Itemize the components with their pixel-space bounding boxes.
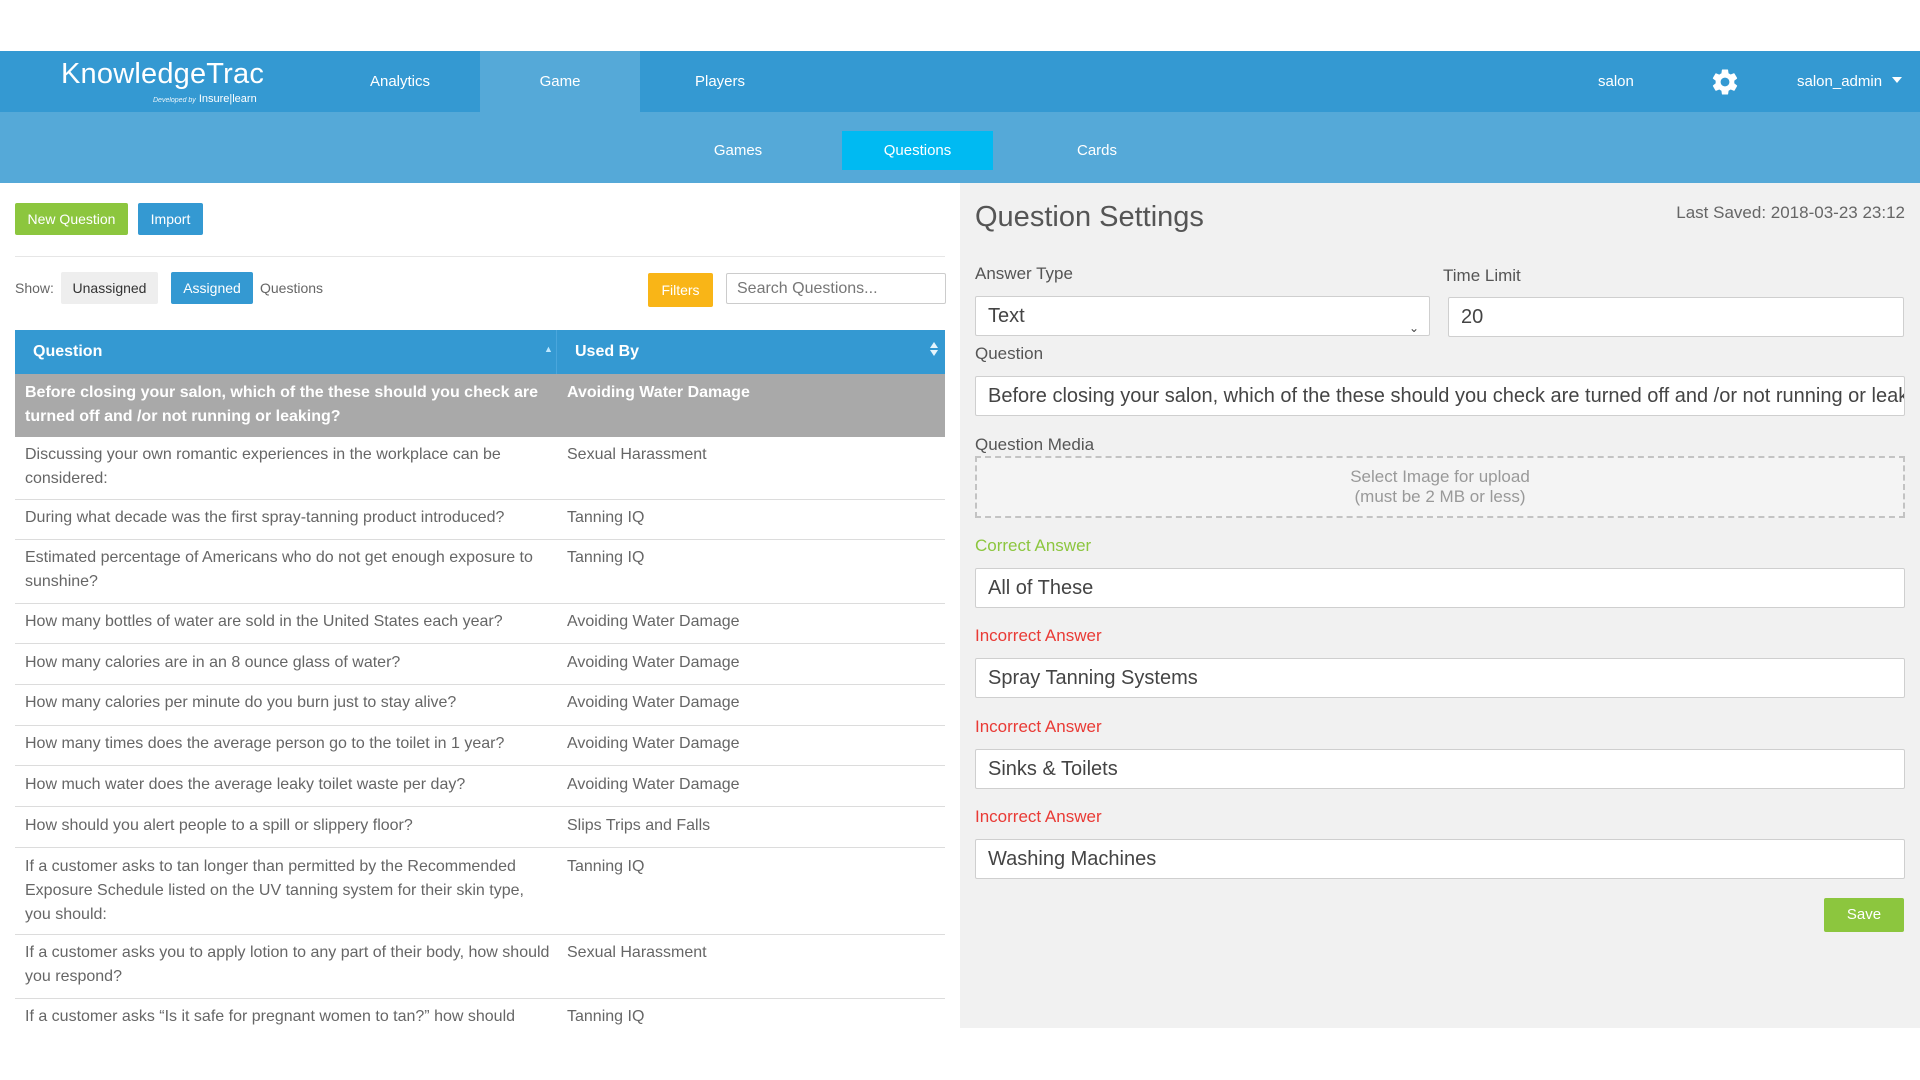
row-used-by: Avoiding Water Damage [567, 694, 740, 711]
row-used-by: Sexual Harassment [567, 944, 707, 961]
question-label: Question [975, 344, 1044, 363]
show-label: Show: [15, 280, 54, 296]
sort-asc-icon[interactable]: ▲ [544, 344, 553, 354]
panel-title: Question Settings [975, 201, 1204, 233]
last-saved-text: Last Saved: 2018-03-23 23:12 [1676, 203, 1905, 222]
row-question: During what decade was the first spray-t… [25, 509, 505, 526]
table-row[interactable]: If a customer asks “Is it safe for pregn… [15, 999, 945, 1031]
row-question: If a customer asks “Is it safe for pregn… [25, 1008, 516, 1025]
sort-icon[interactable] [930, 342, 938, 356]
column-separator [556, 330, 557, 374]
table-row[interactable]: How many bottles of water are sold in th… [15, 604, 945, 644]
row-used-by: Tanning IQ [567, 509, 645, 526]
table-row[interactable]: Discussing your own romantic experiences… [15, 437, 945, 500]
logo-subtitle: Developed by Insure|learn [153, 93, 257, 105]
row-question: How should you alert people to a spill o… [25, 817, 413, 834]
row-question: How many calories are in an 8 ounce glas… [25, 654, 401, 671]
table-row[interactable]: How much water does the average leaky to… [15, 766, 945, 807]
table-row[interactable]: Before closing your salon, which of the … [15, 374, 945, 437]
user-menu[interactable]: salon_admin [1797, 51, 1903, 112]
answer-type-value: Text [988, 305, 1025, 327]
row-used-by: Avoiding Water Damage [567, 654, 740, 671]
incorrect-answer-input[interactable]: Washing Machines [975, 839, 1905, 879]
search-input[interactable] [726, 273, 946, 304]
nav-players[interactable]: Players [640, 51, 800, 112]
user-name: salon_admin [1797, 73, 1883, 90]
column-header-used-by[interactable]: Used By [575, 330, 639, 374]
table-row[interactable]: During what decade was the first spray-t… [15, 500, 945, 540]
unassigned-toggle[interactable]: Unassigned [61, 272, 158, 304]
question-input[interactable]: Before closing your salon, which of the … [975, 376, 1905, 416]
question-media-label: Question Media [975, 435, 1095, 454]
row-question: How many times does the average person g… [25, 735, 505, 752]
logo-title: KnowledgeTrac [61, 58, 265, 90]
row-question: How many bottles of water are sold in th… [25, 613, 503, 630]
time-limit-label: Time Limit [1443, 266, 1521, 285]
row-question: How much water does the average leaky to… [25, 776, 466, 793]
row-question: If a customer asks you to apply lotion t… [25, 944, 550, 985]
correct-answer-label: Correct Answer [975, 536, 1092, 555]
questions-label: Questions [260, 280, 324, 296]
upload-instruction: Select Image for upload [1350, 467, 1530, 486]
save-button[interactable]: Save [1824, 898, 1904, 932]
row-used-by: Sexual Harassment [567, 446, 707, 463]
incorrect-answer-label: Incorrect Answer [975, 626, 1102, 645]
logo-company: Insure|learn [198, 93, 257, 105]
table-row[interactable]: How many calories are in an 8 ounce glas… [15, 644, 945, 685]
answer-type-label: Answer Type [975, 264, 1073, 283]
questions-table: Question ▲ Used By Before closing your s… [15, 330, 945, 1031]
table-row[interactable]: How many calories per minute do you burn… [15, 685, 945, 726]
row-used-by: Tanning IQ [567, 858, 645, 875]
nav-analytics[interactable]: Analytics [320, 51, 480, 112]
nav-game[interactable]: Game [480, 51, 640, 112]
incorrect-answer-label: Incorrect Answer [975, 807, 1102, 826]
table-row[interactable]: If a customer asks you to apply lotion t… [15, 935, 945, 999]
toolbar-divider [15, 256, 945, 257]
incorrect-answer-label: Incorrect Answer [975, 717, 1102, 736]
column-header-question[interactable]: Question [33, 330, 102, 374]
gear-icon[interactable] [1710, 67, 1740, 97]
table-row[interactable]: How many times does the average person g… [15, 726, 945, 766]
import-button[interactable]: Import [138, 203, 203, 235]
table-header: Question ▲ Used By [15, 330, 945, 374]
row-used-by: Slips Trips and Falls [567, 817, 711, 834]
time-limit-input[interactable]: 20 [1448, 297, 1904, 337]
table-row[interactable]: If a customer asks to tan longer than pe… [15, 848, 945, 935]
incorrect-answer-input[interactable]: Spray Tanning Systems [975, 658, 1905, 698]
media-upload-dropzone[interactable]: Select Image for upload (must be 2 MB or… [975, 456, 1905, 518]
row-used-by: Avoiding Water Damage [567, 384, 750, 401]
new-question-button[interactable]: New Question [15, 203, 128, 235]
row-question: Before closing your salon, which of the … [25, 384, 538, 425]
table-row[interactable]: How should you alert people to a spill o… [15, 807, 945, 848]
table-row[interactable]: Estimated percentage of Americans who do… [15, 540, 945, 604]
answer-type-select[interactable]: Text ⌄ [975, 296, 1430, 336]
question-settings-panel: Question Settings Last Saved: 2018-03-23… [960, 183, 1920, 1028]
row-question: If a customer asks to tan longer than pe… [25, 858, 524, 923]
row-used-by: Avoiding Water Damage [567, 613, 740, 630]
assigned-toggle[interactable]: Assigned [171, 272, 253, 304]
row-used-by: Avoiding Water Damage [567, 776, 740, 793]
row-used-by: Avoiding Water Damage [567, 735, 740, 752]
row-used-by: Tanning IQ [567, 549, 645, 566]
upload-size-limit: (must be 2 MB or less) [1354, 487, 1526, 506]
sub-nav-bar: Games Questions Cards [0, 112, 1920, 183]
app-logo[interactable]: KnowledgeTrac Developed by Insure|learn [58, 56, 264, 106]
chevron-down-icon: ⌄ [1408, 321, 1419, 335]
row-question: Discussing your own romantic experiences… [25, 446, 501, 487]
filters-button[interactable]: Filters [648, 273, 713, 307]
row-question: How many calories per minute do you burn… [25, 694, 457, 711]
subnav-questions[interactable]: Questions [842, 131, 993, 170]
row-question: Estimated percentage of Americans who do… [25, 549, 533, 590]
incorrect-answer-input[interactable]: Sinks & Toilets [975, 749, 1905, 789]
correct-answer-input[interactable]: All of These [975, 568, 1905, 608]
logo-developed-by: Developed by [153, 97, 196, 104]
row-used-by: Tanning IQ [567, 1008, 645, 1025]
subnav-cards[interactable]: Cards [1022, 131, 1172, 170]
subnav-games[interactable]: Games [663, 131, 813, 170]
org-name[interactable]: salon [1598, 51, 1634, 112]
chevron-down-icon [1892, 77, 1903, 84]
top-nav-bar: KnowledgeTrac Developed by Insure|learn A… [0, 51, 1920, 112]
